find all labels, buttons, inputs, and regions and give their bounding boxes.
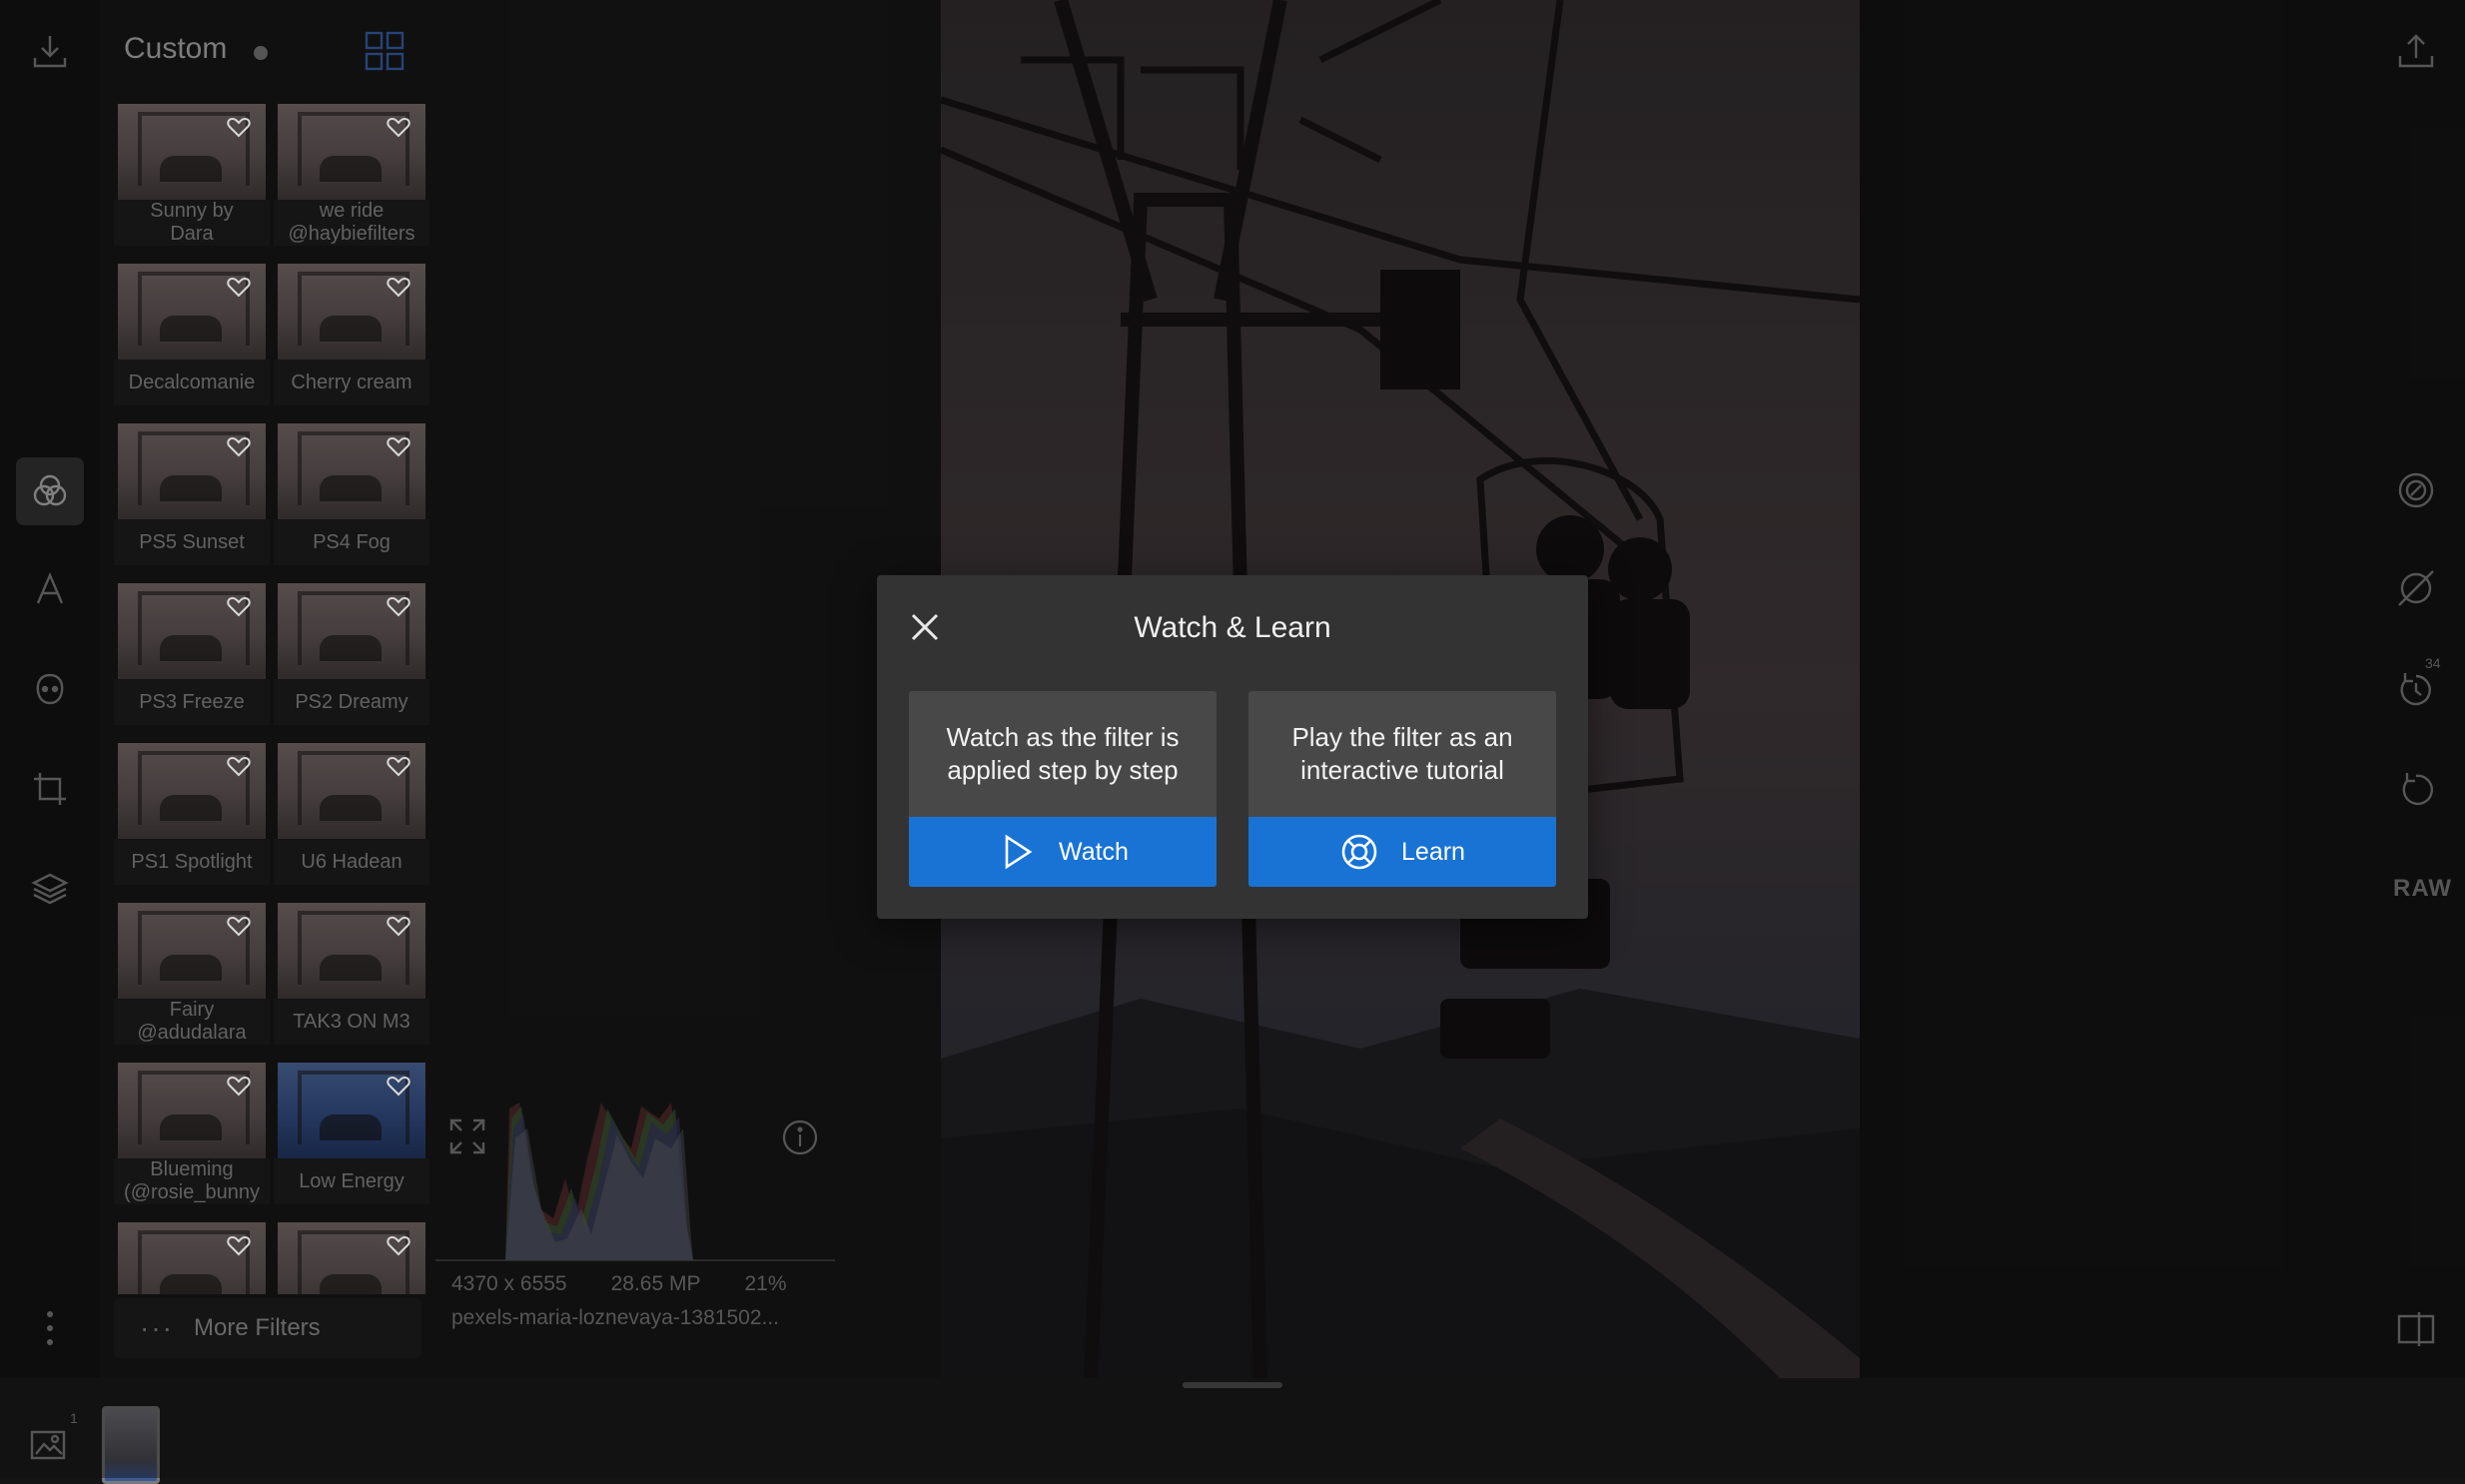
heart-icon[interactable] (386, 593, 411, 619)
heart-icon[interactable] (386, 753, 411, 779)
learn-button-label: Learn (1401, 837, 1465, 866)
heart-icon[interactable] (386, 433, 411, 459)
heart-icon[interactable] (226, 1073, 252, 1099)
learn-description: Play the filter as an interactive tutori… (1291, 722, 1513, 785)
heart-icon[interactable] (226, 593, 252, 619)
heart-icon[interactable] (386, 1232, 411, 1258)
heart-icon[interactable] (226, 1232, 252, 1258)
heart-icon[interactable] (226, 753, 252, 779)
watch-button-label: Watch (1059, 837, 1129, 866)
learn-button[interactable]: Learn (1248, 817, 1556, 887)
dialog-title: Watch & Learn (1134, 611, 1331, 644)
heart-icon[interactable] (226, 913, 252, 939)
heart-icon[interactable] (226, 114, 252, 140)
heart-icon[interactable] (386, 274, 411, 300)
heart-icon[interactable] (386, 913, 411, 939)
app-window: Custom Sunny by Dara we ride @haybiefilt… (0, 0, 2465, 1484)
heart-icon[interactable] (386, 114, 411, 140)
play-icon (1005, 834, 1033, 870)
heart-icon[interactable] (226, 274, 252, 300)
watch-description: Watch as the filter is applied step by s… (946, 722, 1180, 785)
lifebuoy-icon (1341, 834, 1377, 870)
watch-button[interactable]: Watch (909, 817, 1217, 887)
heart-icon[interactable] (226, 433, 252, 459)
learn-card: Play the filter as an interactive tutori… (1248, 691, 1556, 887)
watch-learn-dialog: Watch & Learn Watch as the filter is app… (877, 575, 1588, 919)
heart-icon[interactable] (386, 1073, 411, 1099)
watch-card: Watch as the filter is applied step by s… (909, 691, 1217, 887)
